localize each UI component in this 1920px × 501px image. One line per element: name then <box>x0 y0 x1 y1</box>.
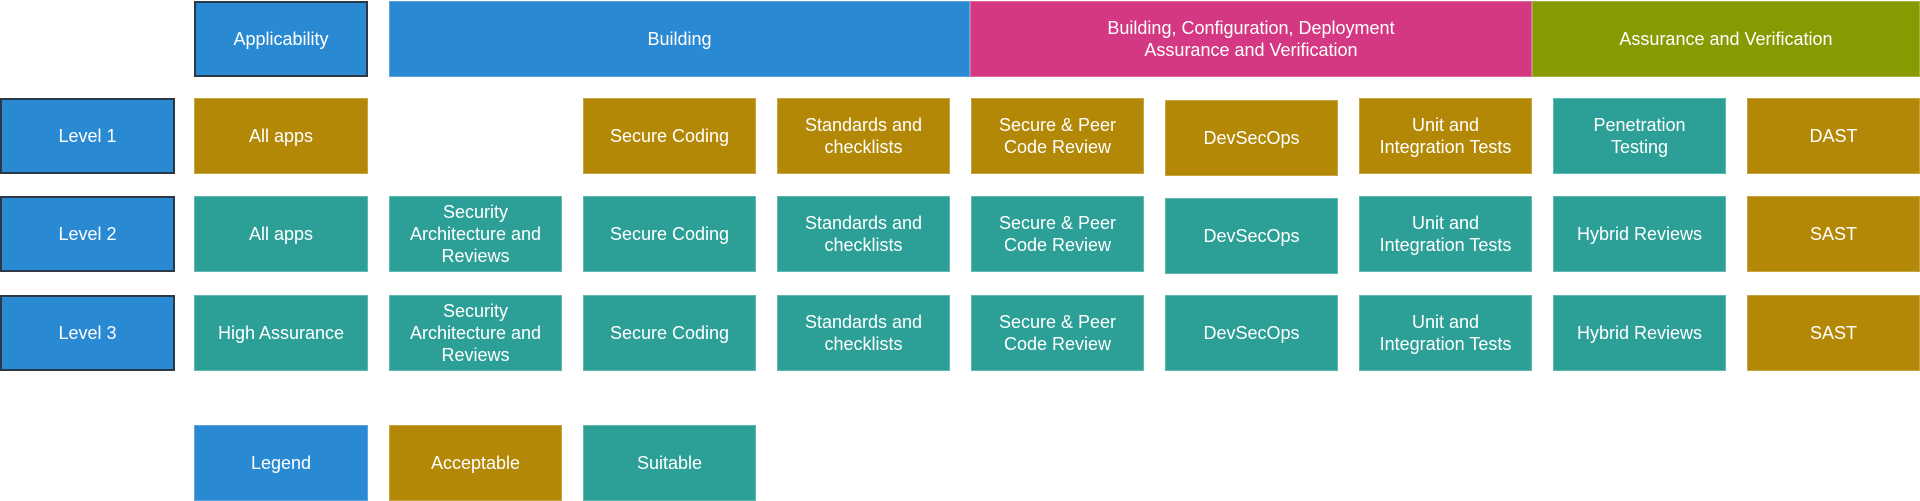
cell-l3-secure-coding: Secure Coding <box>583 295 756 371</box>
level-1-label: Level 1 <box>0 98 175 174</box>
phase-header-assurance-verification: Assurance and Verification <box>1532 1 1920 77</box>
cell-l2-devsecops: DevSecOps <box>1165 198 1338 274</box>
level-3-label: Level 3 <box>0 295 175 371</box>
cell-l2-applicability: All apps <box>194 196 368 272</box>
cell-l3-applicability: High Assurance <box>194 295 368 371</box>
cell-l2-standards-checklists: Standards and checklists <box>777 196 950 272</box>
cell-l1-secure-peer-code-review: Secure & Peer Code Review <box>971 98 1144 174</box>
cell-l1-applicability: All apps <box>194 98 368 174</box>
cell-l2-secure-coding: Secure Coding <box>583 196 756 272</box>
cell-l3-hybrid-reviews: Hybrid Reviews <box>1553 295 1726 371</box>
cell-l1-dast: DAST <box>1747 98 1920 174</box>
level-2-label: Level 2 <box>0 196 175 272</box>
cell-l1-standards-checklists: Standards and checklists <box>777 98 950 174</box>
cell-l1-secure-coding: Secure Coding <box>583 98 756 174</box>
cell-l1-devsecops: DevSecOps <box>1165 100 1338 176</box>
cell-l2-hybrid-reviews: Hybrid Reviews <box>1553 196 1726 272</box>
cell-l2-security-architecture: Security Architecture and Reviews <box>389 196 562 272</box>
legend-title: Legend <box>194 425 368 501</box>
cell-l1-penetration-testing: Penetration Testing <box>1553 98 1726 174</box>
cell-l3-security-architecture: Security Architecture and Reviews <box>389 295 562 371</box>
cell-l3-secure-peer-code-review: Secure & Peer Code Review <box>971 295 1144 371</box>
phase-header-building-config-deploy: Building, Configuration, Deployment Assu… <box>970 1 1532 77</box>
cell-l3-sast: SAST <box>1747 295 1920 371</box>
cell-l2-sast: SAST <box>1747 196 1920 272</box>
cell-l2-secure-peer-code-review: Secure & Peer Code Review <box>971 196 1144 272</box>
applicability-header: Applicability <box>194 1 368 77</box>
cell-l3-unit-integration-tests: Unit and Integration Tests <box>1359 295 1532 371</box>
cell-l3-devsecops: DevSecOps <box>1165 295 1338 371</box>
legend-suitable: Suitable <box>583 425 756 501</box>
phase-header-building: Building <box>389 1 970 77</box>
cell-l3-standards-checklists: Standards and checklists <box>777 295 950 371</box>
cell-l2-unit-integration-tests: Unit and Integration Tests <box>1359 196 1532 272</box>
cell-l1-unit-integration-tests: Unit and Integration Tests <box>1359 98 1532 174</box>
legend-acceptable: Acceptable <box>389 425 562 501</box>
